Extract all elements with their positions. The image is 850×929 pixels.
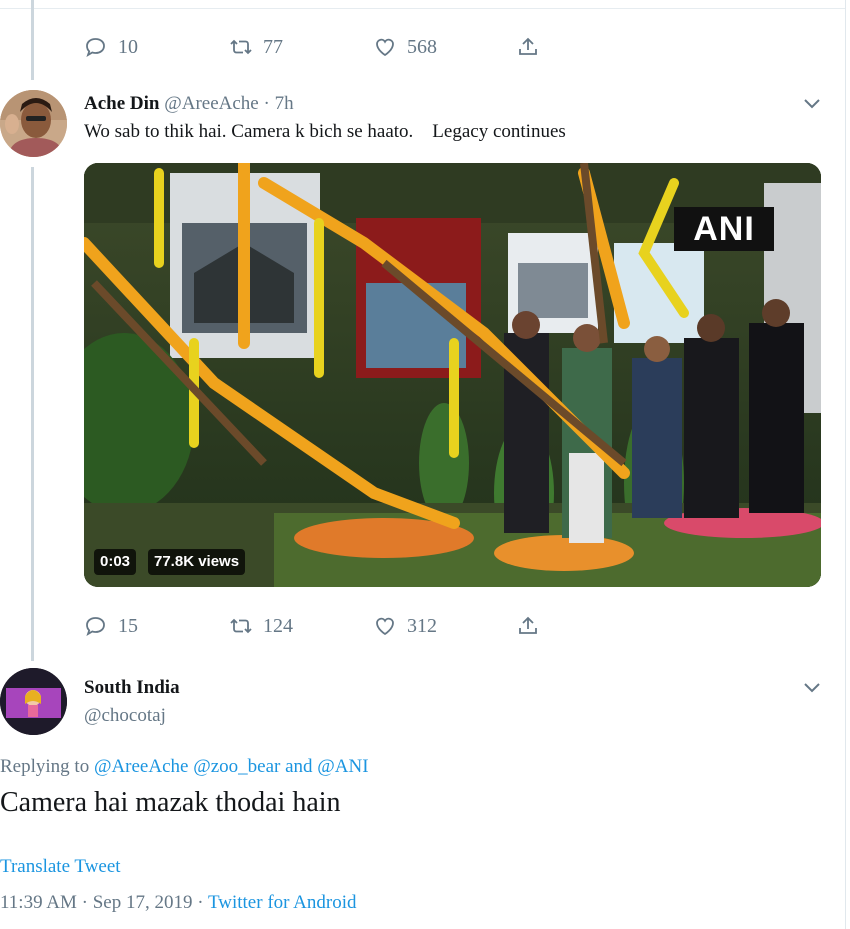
share-icon	[519, 37, 537, 55]
replying-to: Replying to @AreeAche @zoo_bear and @ANI	[0, 756, 369, 780]
tweet-actions: 15 124 312	[84, 611, 540, 641]
tweet-menu-button[interactable]	[803, 681, 821, 693]
share-button[interactable]	[516, 35, 540, 59]
retweet-icon	[230, 39, 252, 55]
thread-line	[31, 167, 34, 661]
reply-icon	[86, 617, 105, 636]
like-icon	[376, 617, 394, 636]
reply-button[interactable]: 10	[84, 35, 229, 59]
like-button[interactable]: 312	[373, 614, 516, 638]
like-button[interactable]: 568	[373, 35, 516, 59]
chevron-down-icon	[804, 99, 820, 109]
like-count: 312	[407, 614, 437, 637]
retweet-count: 124	[263, 614, 293, 637]
retweet-button[interactable]: 124	[229, 614, 373, 638]
tweet-date[interactable]: Sep 17, 2019	[93, 892, 193, 913]
handle[interactable]: @chocotaj	[84, 705, 166, 729]
reply-count: 15	[118, 614, 138, 637]
tweet-header: Ache Din @AreeAche · 7h	[84, 93, 294, 117]
video-player[interactable]: ANI 0:03 77.8K views	[84, 163, 821, 587]
main-tweet-text: Camera hai mazak thodai hain	[0, 787, 341, 818]
replying-to-label: Replying to	[0, 756, 90, 777]
avatar[interactable]	[0, 668, 67, 735]
separator-dot: ·	[197, 892, 204, 913]
like-icon	[376, 38, 394, 57]
avatar[interactable]	[0, 90, 67, 157]
display-name[interactable]: Ache Din	[84, 93, 159, 114]
tweet-metadata: 11:39 AM · Sep 17, 2019 · Twitter for An…	[0, 892, 357, 916]
chevron-down-icon	[804, 683, 820, 693]
display-name[interactable]: South India	[84, 677, 180, 701]
thread-line	[31, 0, 34, 80]
video-views: 77.8K views	[148, 549, 246, 575]
tweet-time[interactable]: 11:39 AM	[0, 892, 77, 913]
replying-to-users[interactable]: @AreeAche @zoo_bear	[94, 756, 280, 777]
divider	[0, 8, 845, 9]
prev-tweet-actions: 10 77 568	[84, 32, 540, 62]
like-count: 568	[407, 35, 437, 58]
reply-button[interactable]: 15	[84, 614, 229, 638]
tweet-text: Wo sab to thik hai. Camera k bich se haa…	[84, 121, 566, 142]
ani-watermark: ANI	[674, 207, 774, 251]
video-duration: 0:03	[94, 549, 137, 575]
separator-dot: ·	[81, 892, 88, 913]
replying-to-ani[interactable]: @ANI	[317, 756, 368, 777]
translate-tweet-link[interactable]: Translate Tweet	[0, 856, 121, 878]
share-button[interactable]	[516, 614, 540, 638]
share-icon	[519, 616, 537, 634]
replying-to-and: and	[285, 756, 313, 777]
reply-icon	[86, 38, 105, 57]
separator-dot: ·	[263, 93, 270, 114]
reply-count: 10	[118, 35, 138, 58]
tweet-menu-button[interactable]	[803, 97, 821, 109]
timestamp[interactable]: 7h	[275, 93, 294, 114]
timeline-border	[845, 0, 846, 929]
handle[interactable]: @AreeAche	[164, 93, 259, 114]
tweet-source[interactable]: Twitter for Android	[208, 892, 357, 913]
retweet-button[interactable]: 77	[229, 35, 373, 59]
retweet-count: 77	[263, 35, 283, 58]
retweet-icon	[230, 618, 252, 634]
